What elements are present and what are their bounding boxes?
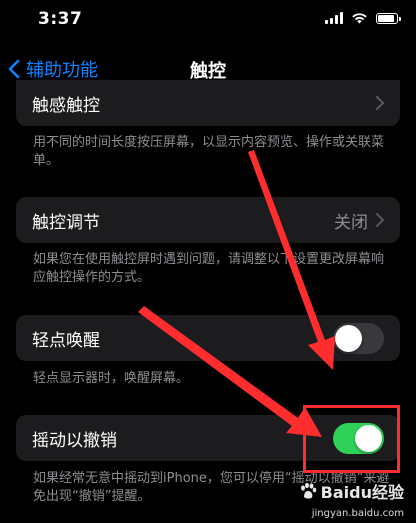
baidu-watermark: Baidu经验 <box>299 479 404 503</box>
baidu-paw-icon <box>300 482 316 499</box>
annotation-arrow-upper <box>248 150 335 370</box>
annotation-highlight-box <box>303 405 400 473</box>
watermark-brand: Baidu经验 <box>320 483 404 502</box>
annotation-arrow-lower <box>138 306 322 437</box>
watermark-url: jingyan.baidu.com <box>311 508 404 519</box>
